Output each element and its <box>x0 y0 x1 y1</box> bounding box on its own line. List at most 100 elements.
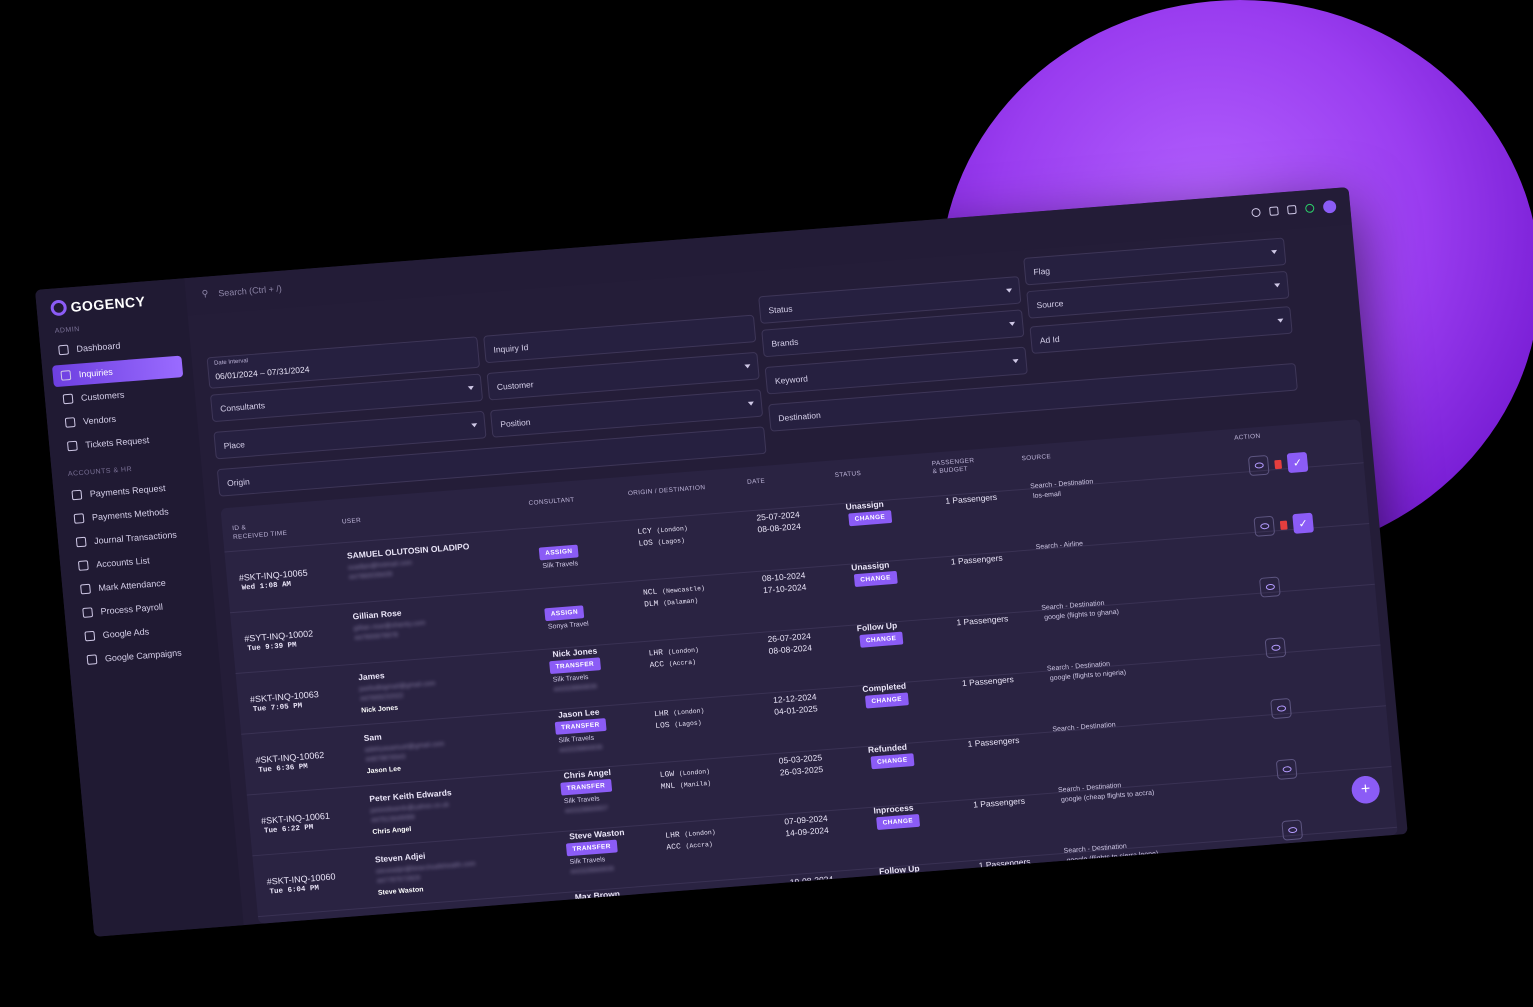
origin-city: (London) <box>678 768 711 778</box>
user-phone: 44879876543 <box>365 753 406 764</box>
mail-icon[interactable] <box>1286 204 1297 215</box>
action-button-label: TRANSFER <box>565 839 618 857</box>
inquiry-id[interactable]: #SYT-INQ-10002 <box>244 629 314 644</box>
brand-name: Silk Travels <box>574 917 612 924</box>
search-bar[interactable]: ⚲ Search (Ctrl + /) <box>201 283 282 300</box>
search-icon: ⚲ <box>201 288 209 299</box>
change-status-button[interactable]: CHANGE <box>876 813 920 831</box>
origin-code: LGW (London) <box>659 767 710 780</box>
origin-airport: NCL <box>642 587 658 598</box>
row-actions <box>1259 576 1281 598</box>
eye-icon <box>1276 705 1286 712</box>
consultants-placeholder: Consultants <box>219 400 266 414</box>
megaphone-icon <box>86 654 98 665</box>
whatsapp-icon[interactable] <box>1304 203 1315 214</box>
passenger-count: 1 Passengers <box>978 856 1031 871</box>
chevron-down-icon <box>471 423 478 428</box>
action-button-label: TRANSFER <box>571 900 623 918</box>
change-label: CHANGE <box>853 570 898 587</box>
row-actions: ✓ <box>1247 451 1309 477</box>
view-icon[interactable] <box>1253 515 1276 537</box>
start-date: 25-07-2024 <box>755 509 801 523</box>
row-actions: ✓ <box>1253 512 1314 537</box>
theme-icon[interactable] <box>1251 207 1261 218</box>
change-label: CHANGE <box>864 692 909 709</box>
user-phone: 447960039439 <box>348 570 393 582</box>
destination-city: (Accra) <box>685 840 714 850</box>
header-received-time: RECEIVED TIME <box>232 529 288 541</box>
end-date: 26-03-2025 <box>779 764 824 778</box>
sidebar-item-label: Google Campaigns <box>104 647 183 664</box>
change-status-button[interactable]: CHANGE <box>864 692 909 709</box>
inquiry-id[interactable]: #SKT-INQ-10061 <box>261 811 331 826</box>
ticket-icon <box>66 440 78 452</box>
change-label: CHANGE <box>881 874 926 891</box>
change-status-button[interactable]: CHANGE <box>859 631 903 648</box>
transfer-button[interactable]: TRANSFER <box>565 839 618 857</box>
search-input[interactable]: Search (Ctrl + /) <box>218 283 282 298</box>
delete-icon[interactable] <box>1279 520 1288 530</box>
inquiry-id[interactable]: #SKT-INQ-10063 <box>250 689 320 704</box>
logo[interactable]: GOGENCY <box>50 293 147 317</box>
view-icon[interactable] <box>1270 697 1292 720</box>
status-label: Unassign <box>845 498 885 512</box>
consultant-name: Steve Waston <box>568 827 625 842</box>
view-icon[interactable] <box>1275 758 1298 780</box>
brand-name: GOGENCY <box>69 293 147 315</box>
eye-icon <box>1253 462 1264 469</box>
customer-placeholder: Customer <box>496 379 534 392</box>
transfer-button[interactable]: TRANSFER <box>560 778 612 796</box>
header-origin-destination: ORIGIN / DESTINATION <box>627 484 706 498</box>
user-phone: 447787572829 <box>376 874 421 886</box>
confirm-icon[interactable]: ✓ <box>1286 451 1309 474</box>
user-name: Kader <box>380 913 405 924</box>
inquiry-id[interactable]: #SKT-INQ-10065 <box>238 568 308 583</box>
change-status-button[interactable]: CHANGE <box>848 510 892 527</box>
destination-airport: ACC <box>666 842 682 853</box>
transfer-button[interactable]: TRANSFER <box>549 657 601 675</box>
change-status-button[interactable]: CHANGE <box>853 570 898 587</box>
received-time: Tue 9:39 PM <box>247 641 298 654</box>
view-icon[interactable] <box>1264 637 1287 659</box>
apps-grid-icon[interactable] <box>1269 206 1279 216</box>
consultant-phone: 443328866839 <box>570 865 615 876</box>
action-button-label: TRANSFER <box>549 657 601 675</box>
chevron-down-icon <box>467 385 475 391</box>
assign-button[interactable]: ASSIGN <box>538 544 579 561</box>
start-date: 26-07-2024 <box>767 630 812 645</box>
inquiry-id[interactable]: #SKT-INQ-10060 <box>266 872 336 887</box>
delete-icon[interactable] <box>1274 459 1283 469</box>
transfer-button[interactable]: TRANSFER <box>571 900 623 918</box>
origin-city: (London) <box>656 525 689 535</box>
change-status-button[interactable]: CHANGE <box>881 874 926 891</box>
view-icon[interactable] <box>1281 819 1304 841</box>
destination-city: (Freetown) <box>690 900 731 911</box>
view-icon[interactable] <box>1259 576 1281 598</box>
status-placeholder: Status <box>768 303 793 316</box>
passenger-count: 1 Passengers <box>944 491 998 506</box>
confirm-icon[interactable]: ✓ <box>1292 512 1314 534</box>
sidebar-item-label: Inquiries <box>78 366 114 380</box>
avatar[interactable] <box>1322 199 1337 214</box>
position-placeholder: Position <box>499 417 531 430</box>
origin-city: (London) <box>667 646 700 656</box>
transfer-button[interactable]: TRANSFER <box>554 718 607 735</box>
consultant-name: Max Brown <box>574 888 621 903</box>
inquiry-id-placeholder: Inquiry Id <box>493 342 529 355</box>
action-button-label: TRANSFER <box>560 778 612 796</box>
inquiry-id[interactable]: #SKT-INQ-10062 <box>255 750 325 765</box>
app-window: GOGENCY ADMIN Dashboard Inquiries Customer… <box>35 186 1416 937</box>
sidebar-item-label: Tickets Request <box>84 435 150 450</box>
eye-icon <box>1287 826 1297 834</box>
change-status-button[interactable]: CHANGE <box>870 753 915 770</box>
user-email: peteedwards@yahoo.co.uk <box>370 801 450 815</box>
header-date: DATE <box>746 477 766 486</box>
card-icon <box>73 513 85 524</box>
user-phone: 447513649089 <box>371 814 415 825</box>
chevron-down-icon <box>1005 288 1013 293</box>
assign-button[interactable]: ASSIGN <box>544 605 585 622</box>
view-icon[interactable] <box>1247 454 1270 477</box>
destination-city: (Accra) <box>668 658 697 668</box>
sidebar-item-label: Payments Methods <box>91 506 170 523</box>
header-budget: & BUDGET <box>932 465 969 476</box>
